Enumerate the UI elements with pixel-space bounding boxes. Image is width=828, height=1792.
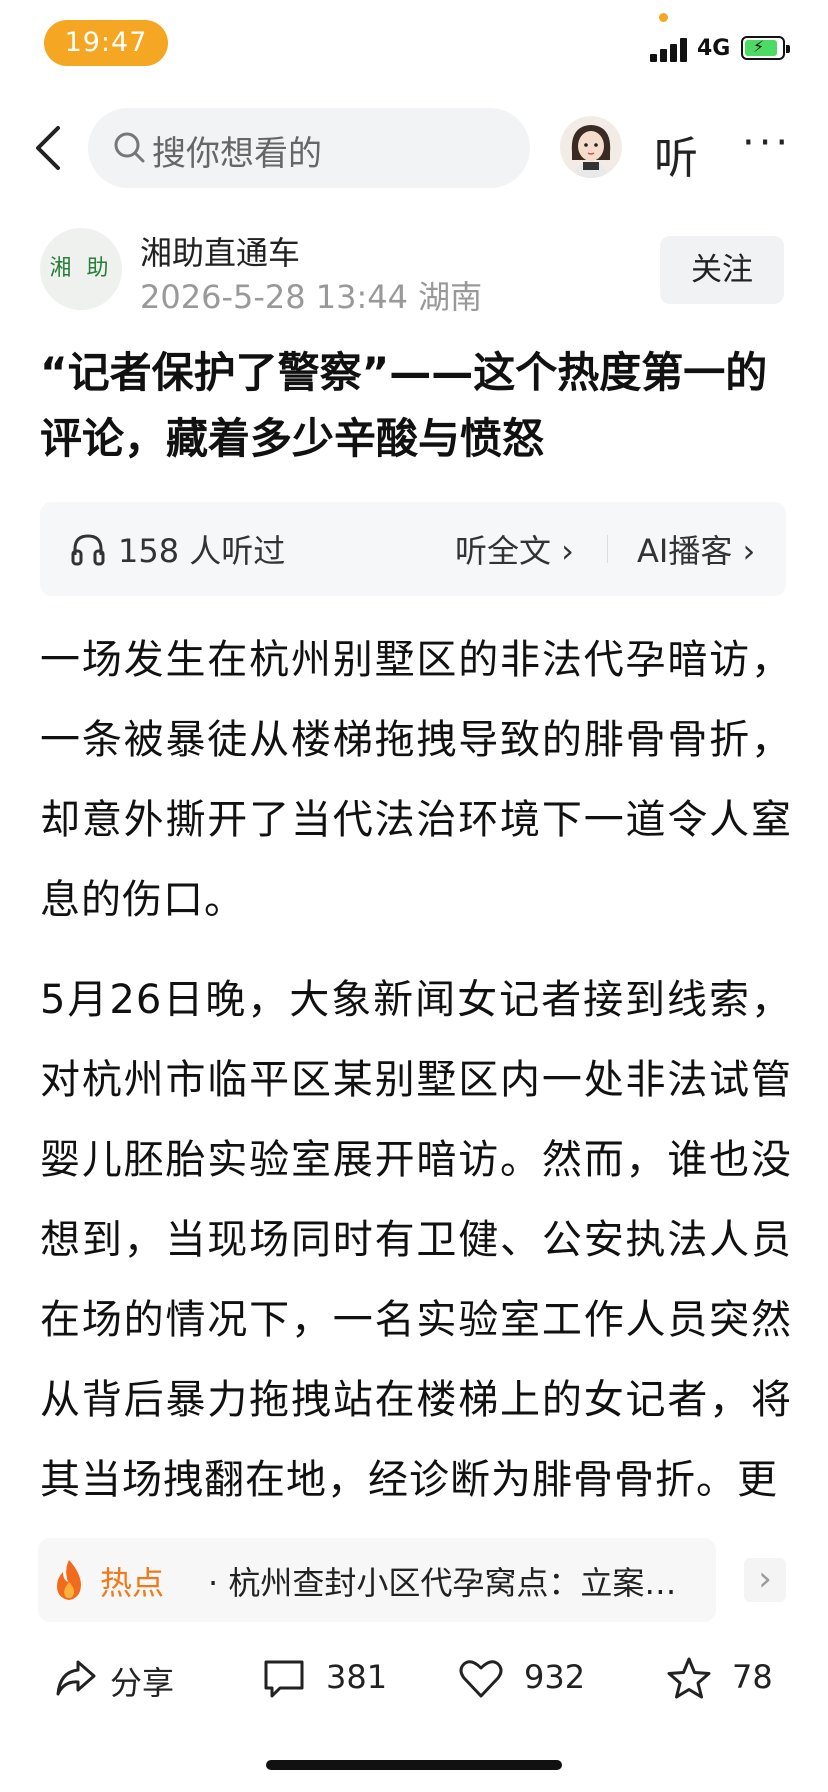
listen-button[interactable]: 听 — [654, 122, 698, 186]
listen-bar: 158 人听过 听全文 › AI播客 › — [40, 502, 786, 596]
comment-icon — [264, 1660, 304, 1698]
network-type: 4G — [697, 36, 731, 61]
status-time: 19:47 — [44, 20, 168, 66]
article-body: 一场发生在杭州别墅区的非法代孕暗访，一条被暴徒从楼梯拖拽导致的腓骨骨折，却意外撕… — [40, 620, 792, 1524]
author-meta: 2026-5-28 13:44 湖南 — [140, 278, 483, 316]
comment-count: 381 — [326, 1658, 388, 1696]
chevron-right-icon[interactable]: › — [744, 1558, 786, 1602]
article-paragraph: 一场发生在杭州别墅区的非法代孕暗访，一条被暴徒从楼梯拖拽导致的腓骨骨折，却意外撕… — [40, 637, 792, 923]
home-indicator[interactable] — [266, 1760, 562, 1770]
action-bar: 分享 381 932 78 — [0, 1636, 828, 1722]
star-icon — [667, 1657, 711, 1699]
comment-button[interactable]: 381 — [262, 1636, 392, 1722]
status-bar: 19:47 4G ⚡ — [0, 0, 828, 90]
hot-label: 热点 — [100, 1564, 165, 1602]
ai-podcast-button[interactable]: AI播客 › — [637, 526, 755, 572]
share-icon — [56, 1660, 96, 1696]
author-logo[interactable]: 湘 助 — [40, 228, 122, 310]
search-icon — [114, 132, 145, 163]
hot-topic-banner[interactable]: 热点 · 杭州查封小区代孕窝点：立案… — [38, 1538, 716, 1622]
article-headline: “记者保护了警察”——这个热度第一的评论，藏着多少辛酸与愤怒 — [40, 348, 768, 463]
more-icon[interactable]: ··· — [742, 120, 792, 166]
search-placeholder: 搜你想看的 — [152, 134, 322, 174]
favorite-count: 78 — [732, 1658, 773, 1696]
listen-count: 158 人听过 — [118, 532, 286, 570]
divider — [607, 535, 608, 563]
share-button[interactable]: 分享 — [54, 1636, 174, 1722]
article-paragraph: 5月26日晚，大象新闻女记者接到线索，对杭州市临平区某别墅区内一处非法试管婴儿胚… — [40, 977, 792, 1503]
like-button[interactable]: 932 — [458, 1636, 598, 1722]
author-name[interactable]: 湘助直通车 — [140, 228, 300, 274]
heart-icon — [459, 1660, 503, 1698]
privacy-indicator-dot — [659, 13, 668, 22]
search-input[interactable]: 搜你想看的 — [88, 108, 530, 188]
author-row: 湘 助 湘助直通车 2026-5-28 13:44 湖南 关注 — [0, 222, 828, 322]
listen-full-text-button[interactable]: 听全文 › — [455, 526, 574, 572]
favorite-button[interactable]: 78 — [666, 1636, 786, 1722]
headphone-icon — [71, 534, 105, 566]
follow-button[interactable]: 关注 — [660, 236, 784, 304]
share-label: 分享 — [110, 1664, 175, 1702]
like-count: 932 — [524, 1658, 586, 1696]
back-icon[interactable] — [30, 124, 70, 172]
signal-icon — [650, 36, 690, 62]
avatar[interactable] — [560, 116, 622, 178]
hot-topic-text[interactable]: · 杭州查封小区代孕窝点：立案… — [208, 1558, 708, 1604]
flame-icon — [57, 1560, 81, 1600]
top-nav: 搜你想看的 听 ··· — [0, 100, 828, 196]
battery-icon: ⚡ — [741, 36, 790, 60]
